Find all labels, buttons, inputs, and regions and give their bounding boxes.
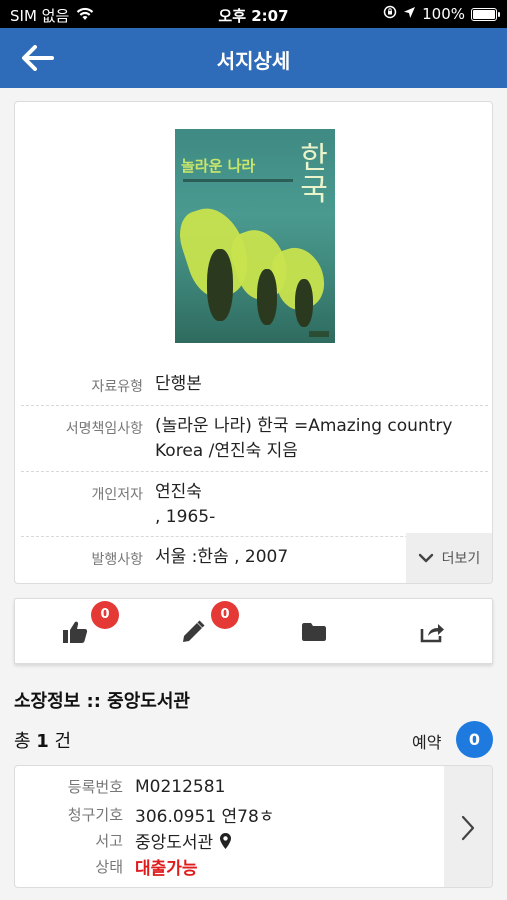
info-value: 단행본 bbox=[155, 374, 202, 394]
book-cover-image: 놀라운 나라 한국 bbox=[175, 129, 335, 343]
battery-percent: 100% bbox=[422, 5, 465, 23]
more-button[interactable]: 더보기 bbox=[406, 533, 492, 583]
pencil-icon bbox=[183, 620, 205, 642]
holdings-title: 소장정보 :: 중앙도서관 bbox=[14, 691, 190, 712]
review-button[interactable] bbox=[178, 617, 208, 647]
cover-publisher-mark bbox=[309, 331, 329, 337]
total-prefix: 총 bbox=[14, 731, 37, 752]
location-text: 중앙도서관 bbox=[135, 833, 214, 853]
info-value: 연진숙 , 1965- bbox=[155, 480, 488, 536]
holding-row-call: 청구기호 306.0951 연78ㅎ bbox=[15, 802, 275, 827]
info-value-line: 연진숙 bbox=[155, 482, 202, 502]
status-right: 100% bbox=[383, 5, 500, 23]
cover-figure-1 bbox=[207, 249, 233, 321]
holding-row-status: 상태 대출가능 bbox=[15, 854, 198, 879]
info-value: (놀라운 나라) 한국 =Amazing country Korea /연진숙 … bbox=[155, 414, 488, 471]
status-value: 대출가능 bbox=[135, 859, 198, 879]
info-value-line: Korea /연진숙 지음 bbox=[155, 441, 298, 461]
cover-figure-3 bbox=[295, 279, 313, 327]
folder-button[interactable] bbox=[299, 617, 329, 647]
share-icon bbox=[420, 624, 444, 643]
reserve-label: 예약 bbox=[412, 733, 442, 752]
holding-row-location: 서고 중앙도서관 bbox=[15, 828, 232, 853]
holding-detail-button[interactable] bbox=[444, 766, 492, 887]
map-pin-icon[interactable] bbox=[219, 832, 232, 850]
holding-label: 상태 bbox=[95, 858, 123, 876]
chevron-down-icon bbox=[418, 553, 433, 563]
info-value-line: , 1965- bbox=[155, 507, 216, 527]
battery-level bbox=[473, 9, 495, 19]
info-value-line: (놀라운 나라) 한국 =Amazing country bbox=[155, 416, 453, 436]
info-label: 개인저자 bbox=[91, 487, 143, 503]
total-count: 1 bbox=[36, 731, 49, 752]
holding-value: 중앙도서관 bbox=[135, 828, 232, 853]
holding-value: 306.0951 연78ㅎ bbox=[135, 807, 275, 827]
info-row-author: 개인저자 연진숙 , 1965- bbox=[21, 472, 488, 537]
info-row-title: 서명책임사항 (놀라운 나라) 한국 =Amazing country Kore… bbox=[21, 406, 488, 472]
location-arrow-icon bbox=[403, 5, 416, 23]
cover-big-text: 한국 bbox=[300, 141, 328, 208]
folder-icon bbox=[302, 623, 326, 641]
thumbs-up-icon bbox=[63, 621, 88, 643]
holdings-total: 총 1 건 bbox=[14, 727, 71, 753]
holding-item-card[interactable]: 등록번호 M0212581 청구기호 306.0951 연78ㅎ 서고 중앙도서… bbox=[14, 765, 493, 888]
info-label: 발행사항 bbox=[91, 552, 143, 568]
holding-value: M0212581 bbox=[135, 776, 226, 797]
action-bar: 0 0 bbox=[14, 598, 493, 664]
cover-subtitle-bar bbox=[183, 179, 293, 182]
app-header: 서지상세 bbox=[0, 28, 507, 88]
holding-label: 청구기호 bbox=[67, 806, 123, 824]
holding-label: 서고 bbox=[95, 832, 123, 850]
review-count-badge: 0 bbox=[211, 601, 239, 629]
page-title: 서지상세 bbox=[216, 49, 291, 73]
like-button[interactable] bbox=[60, 617, 90, 647]
book-detail-card: 놀라운 나라 한국 자료유형 단행본 서명책임사항 (놀라운 나라) 한국 =A… bbox=[14, 101, 493, 584]
reserve-count-badge[interactable]: 0 bbox=[456, 721, 493, 758]
battery-icon bbox=[471, 7, 500, 21]
chevron-right-icon bbox=[461, 815, 475, 840]
info-label: 서명책임사항 bbox=[65, 421, 143, 437]
orientation-lock-icon bbox=[383, 5, 397, 23]
status-bar: SIM 없음 오후 2:07 100% bbox=[0, 0, 507, 28]
cover-title-text: 놀라운 나라 bbox=[181, 157, 256, 175]
like-count-badge: 0 bbox=[91, 601, 119, 629]
share-button[interactable] bbox=[417, 617, 447, 647]
more-label: 더보기 bbox=[441, 551, 481, 567]
holding-row-reg: 등록번호 M0212581 bbox=[15, 776, 226, 797]
cover-figure-2 bbox=[257, 269, 277, 325]
total-suffix: 건 bbox=[48, 731, 72, 752]
holding-label: 등록번호 bbox=[67, 778, 123, 796]
info-label: 자료유형 bbox=[91, 379, 143, 395]
info-row-type: 자료유형 단행본 bbox=[21, 367, 488, 406]
